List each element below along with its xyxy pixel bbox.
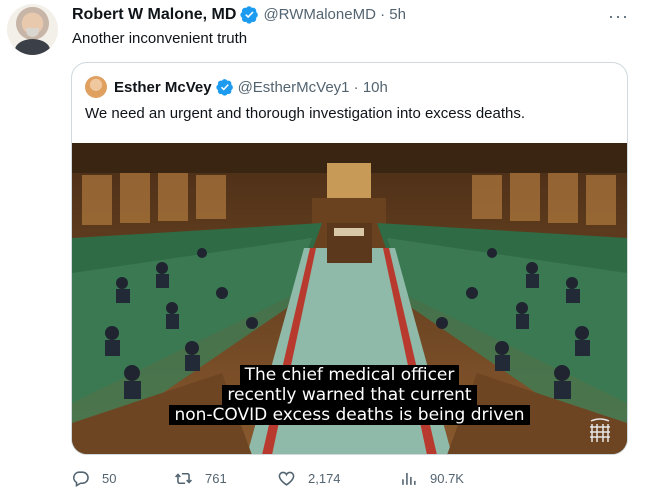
verified-badge-icon: [240, 6, 259, 24]
quoted-author-handle: @EstherMcVey1 · 10h: [237, 78, 388, 96]
like-button[interactable]: 2,174: [277, 469, 341, 488]
views-button[interactable]: 90.7K: [399, 469, 464, 488]
reply-icon: [73, 471, 89, 488]
quoted-text: We need an urgent and thorough investiga…: [85, 105, 526, 122]
quoted-tweet[interactable]: Esther McVey @EstherMcVey1 · 10h We need…: [71, 62, 628, 455]
tweet-actions: 50 761 2,174 90.7K: [71, 469, 571, 493]
quoted-author-name: Esther McVey: [114, 78, 212, 96]
reply-button[interactable]: 50: [71, 469, 116, 488]
portcullis-logo-icon: [590, 418, 610, 442]
author-handle[interactable]: @RWMaloneMD · 5h: [263, 6, 406, 23]
tweet-text: Another inconvenient truth: [72, 30, 248, 47]
reply-count: 50: [102, 471, 117, 486]
views-count: 90.7K: [430, 471, 464, 486]
retweet-count: 761: [205, 471, 227, 486]
retweet-icon: [175, 472, 192, 485]
like-count: 2,174: [308, 471, 341, 486]
video-caption: The chief medical officer recently warne…: [72, 365, 627, 425]
caption-line: recently warned that current: [222, 385, 477, 405]
caption-line: non-COVID excess deaths is being driven: [169, 405, 530, 425]
more-icon[interactable]: ···: [608, 6, 629, 27]
views-icon: [402, 472, 416, 485]
tweet-header: Robert W Malone, MD @RWMaloneMD · 5h: [72, 5, 406, 24]
retweet-button[interactable]: 761: [174, 469, 227, 488]
quoted-avatar: [85, 76, 107, 98]
caption-line: The chief medical officer: [239, 365, 460, 385]
author-name[interactable]: Robert W Malone, MD: [72, 6, 236, 24]
avatar-beard: [26, 28, 39, 37]
author-avatar[interactable]: [7, 4, 58, 55]
like-icon: [278, 471, 295, 486]
quoted-header: Esther McVey @EstherMcVey1 · 10h: [85, 76, 388, 98]
verified-badge-icon: [215, 79, 233, 96]
avatar-suit: [15, 39, 50, 55]
video-player[interactable]: The chief medical officer recently warne…: [72, 143, 627, 454]
